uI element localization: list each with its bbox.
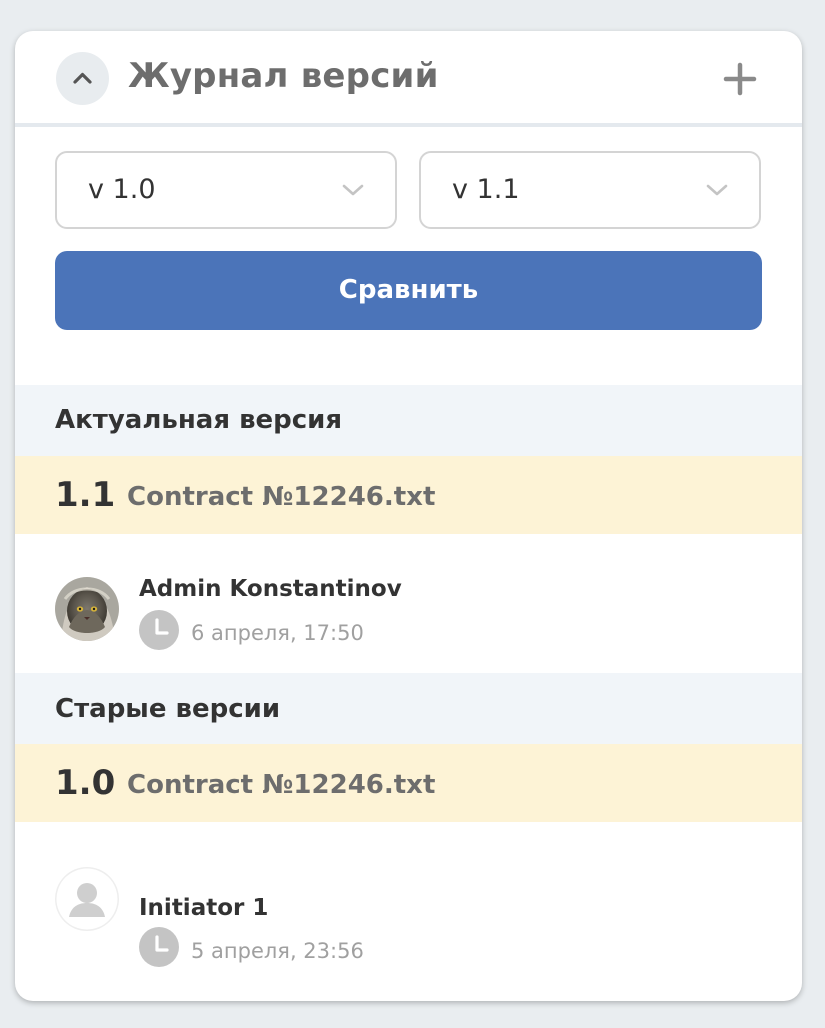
from-version-select[interactable]: v 1.0: [55, 151, 397, 229]
version-file-link[interactable]: Contract №12246.txt: [127, 767, 435, 803]
collapse-button[interactable]: [56, 52, 109, 105]
version-number: 1.1: [55, 475, 116, 515]
default-user-icon: [69, 883, 105, 917]
old-versions-section-header: Старые версии: [15, 673, 802, 744]
plus-icon: [723, 62, 757, 96]
version-row[interactable]: 1.1 Contract №12246.txt: [15, 456, 802, 534]
version-file-link[interactable]: Contract №12246.txt: [127, 479, 435, 515]
compare-button[interactable]: Сравнить: [55, 251, 762, 330]
chevron-down-icon: [342, 184, 364, 196]
panel-header: Журнал версий: [15, 31, 802, 127]
version-number: 1.0: [55, 763, 116, 803]
author-name: Initiator 1: [139, 895, 269, 921]
version-timestamp: 6 апреля, 17:50: [191, 621, 364, 645]
section-title: Актуальная версия: [55, 405, 343, 435]
section-title: Старые версии: [55, 694, 281, 724]
from-version-value: v 1.0: [88, 174, 156, 205]
version-author: Admin Konstantinov 6 апреля, 17:50: [15, 534, 802, 673]
author-name: Admin Konstantinov: [139, 576, 402, 602]
panel-title: Журнал версий: [128, 56, 439, 96]
version-history-panel: Журнал версий v 1.0 v 1.1 Сравнить Актуа…: [15, 31, 802, 1001]
to-version-select[interactable]: v 1.1: [419, 151, 761, 229]
version-author: Initiator 1 5 апреля, 23:56: [15, 822, 802, 972]
version-row[interactable]: 1.0 Contract №12246.txt: [15, 744, 802, 822]
clock-icon: [139, 610, 179, 650]
add-version-button[interactable]: [722, 61, 758, 97]
avatar: [55, 867, 119, 931]
chevron-up-icon: [73, 72, 92, 84]
chevron-down-icon: [706, 184, 728, 196]
clock-icon: [139, 927, 179, 967]
to-version-value: v 1.1: [452, 174, 520, 205]
user-photo-icon: [55, 577, 119, 641]
avatar: [55, 577, 119, 641]
current-version-section-header: Актуальная версия: [15, 385, 802, 456]
version-timestamp: 5 апреля, 23:56: [191, 939, 364, 963]
